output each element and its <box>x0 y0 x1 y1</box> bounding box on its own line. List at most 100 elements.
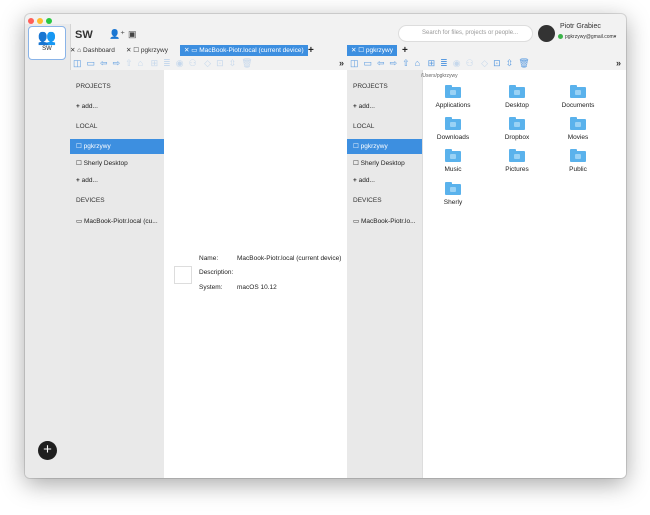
tag-icon[interactable]: ◇ <box>481 58 488 68</box>
folder-sherly[interactable]: Sherly <box>423 182 483 206</box>
toolbar-left: ◫ ▭ ⇦ ⇨ ⇧ ⌂ ⊞ ≣ ◉ ⚇ ◇ ⊡ ⇳ 🗑 <box>73 57 258 69</box>
folder-documents[interactable]: Documents <box>548 85 608 109</box>
grid-view-icon[interactable]: ⊞ <box>151 58 159 68</box>
add-local-button[interactable]: + add... <box>353 177 375 184</box>
sidebar-item-pgkrzywy[interactable]: ☐ pgkrzywy <box>70 139 164 154</box>
add-label: add... <box>81 103 98 110</box>
add-local-button[interactable]: + add... <box>76 177 98 184</box>
laptop-icon: ▭ <box>191 47 198 54</box>
devices-heading: DEVICES <box>76 197 105 204</box>
folder-icon: ☐ <box>76 143 84 150</box>
close-tab-icon[interactable]: ✕ <box>184 47 189 54</box>
preview-icon[interactable]: ◉ <box>453 58 461 68</box>
sidebar-toggle-icon[interactable]: ◫ <box>73 58 82 68</box>
folder-name: Sherly <box>443 199 463 206</box>
home-icon[interactable]: ⌂ <box>415 58 420 68</box>
tab-label: MacBook-Piotr.local (current device) <box>199 47 304 54</box>
folder-name: Movies <box>567 134 589 141</box>
sidebar-item-sherly-desktop[interactable]: ☐ Sherly Desktop <box>76 159 128 167</box>
folder-pictures[interactable]: Pictures <box>487 149 547 173</box>
device-thumbnail <box>174 266 192 284</box>
up-icon[interactable]: ⇧ <box>125 58 133 68</box>
folder-icon <box>570 85 586 98</box>
sidebar-item-device[interactable]: ▭ MacBook-Piotr.local (cu... <box>76 217 158 225</box>
trash-icon[interactable]: 🗑 <box>518 58 529 68</box>
tab-dashboard[interactable]: ✕ ⌂ Dashboard <box>70 45 115 56</box>
folder-desktop[interactable]: Desktop <box>487 85 547 109</box>
add-project-button[interactable]: + add... <box>76 103 98 110</box>
folder-movies[interactable]: Movies <box>548 117 608 141</box>
add-project-button[interactable]: + add... <box>353 103 375 110</box>
sidebar-item-device[interactable]: ▭ MacBook-Piotr.lo... <box>353 217 416 225</box>
home-icon[interactable]: ⌂ <box>138 58 143 68</box>
workspace-button[interactable]: 👥 SW <box>28 26 66 60</box>
back-icon[interactable]: ⇦ <box>377 58 385 68</box>
workspace-title: SW <box>75 29 93 41</box>
sidebar-item-pgkrzywy[interactable]: ☐ pgkrzywy <box>347 139 422 154</box>
forward-icon[interactable]: ⇨ <box>390 58 398 68</box>
folder-icon <box>570 117 586 130</box>
new-folder-icon[interactable]: ⊡ <box>216 58 224 68</box>
description-label: Description: <box>199 269 234 276</box>
more-tools-icon[interactable]: » <box>339 57 344 69</box>
tag-icon[interactable]: ◇ <box>204 58 211 68</box>
system-value: macOS 10.12 <box>237 284 277 291</box>
share-icon[interactable]: ⚇ <box>189 58 197 68</box>
item-label: MacBook-Piotr.lo... <box>360 218 416 225</box>
tab-label: Dashboard <box>83 47 115 54</box>
local-heading: LOCAL <box>353 123 375 130</box>
add-tab-button[interactable]: + <box>308 45 314 56</box>
sidebar-toggle-icon[interactable]: ◫ <box>350 58 359 68</box>
folder-applications[interactable]: Applications <box>423 85 483 109</box>
close-tab-icon[interactable]: ✕ <box>70 47 75 54</box>
sort-icon[interactable]: ⇳ <box>506 58 514 68</box>
user-status[interactable]: pgkrzywy@gmail.com▾ <box>558 34 616 40</box>
list-view-icon[interactable]: ≣ <box>440 58 448 68</box>
list-view-icon[interactable]: ≣ <box>163 58 171 68</box>
add-label: add... <box>81 177 98 184</box>
folder-icon: ☐ <box>76 160 84 167</box>
folder-name: Pictures <box>505 166 529 173</box>
close-tab-icon[interactable]: ✕ <box>351 47 356 54</box>
forward-icon[interactable]: ⇨ <box>113 58 121 68</box>
user-name: Piotr Grabiec <box>560 23 601 30</box>
chevron-down-icon: ▾ <box>613 34 617 40</box>
online-status-icon <box>558 34 563 39</box>
item-label: Sherly Desktop <box>83 160 128 167</box>
add-tab-button-right[interactable]: + <box>402 45 408 56</box>
tab-pgkrzywy[interactable]: ✕ ☐ pgkrzywy <box>126 45 168 56</box>
search-input[interactable]: Search for files, projects or people... <box>398 25 533 42</box>
projects-heading: PROJECTS <box>353 83 388 90</box>
device-icon[interactable]: ▭ <box>364 58 373 68</box>
folder-icon <box>445 149 461 162</box>
back-icon[interactable]: ⇦ <box>100 58 108 68</box>
grid-view-icon[interactable]: ⊞ <box>428 58 436 68</box>
new-folder-icon[interactable]: ⊡ <box>493 58 501 68</box>
tab-pgkrzywy-right[interactable]: ✕ ☐ pgkrzywy <box>347 45 397 56</box>
trash-icon[interactable]: 🗑 <box>241 58 252 68</box>
sidebar-item-sherly-desktop[interactable]: ☐ Sherly Desktop <box>353 159 405 167</box>
share-icon[interactable]: ⚇ <box>466 58 474 68</box>
folder-public[interactable]: Public <box>548 149 608 173</box>
close-tab-icon[interactable]: ✕ <box>126 47 131 54</box>
tab-current-device[interactable]: ✕ ▭ MacBook-Piotr.local (current device) <box>180 45 308 56</box>
home-icon: ⌂ <box>77 47 82 54</box>
preview-icon[interactable]: ◉ <box>176 58 184 68</box>
avatar[interactable] <box>538 25 555 42</box>
folder-dropbox[interactable]: Dropbox <box>487 117 547 141</box>
more-tools-icon-right[interactable]: » <box>616 57 621 69</box>
folder-downloads[interactable]: Downloads <box>423 117 483 141</box>
app-window: 👥 SW + SW 👤⁺ ▣ Search for files, project… <box>25 14 626 478</box>
up-icon[interactable]: ⇧ <box>402 58 410 68</box>
add-workspace-button[interactable]: + <box>38 441 57 460</box>
sort-icon[interactable]: ⇳ <box>229 58 237 68</box>
folder-icon <box>445 117 461 130</box>
name-value: MacBook-Piotr.local (current device) <box>237 255 342 262</box>
folder-icon: ☐ <box>133 47 140 54</box>
inbox-icon[interactable]: ▣ <box>128 29 137 40</box>
device-icon[interactable]: ▭ <box>87 58 96 68</box>
folder-music[interactable]: Music <box>423 149 483 173</box>
user-email: pgkrzywy@gmail.com <box>565 34 614 40</box>
folder-icon: ☐ <box>353 143 361 150</box>
add-user-icon[interactable]: 👤⁺ <box>109 29 125 40</box>
